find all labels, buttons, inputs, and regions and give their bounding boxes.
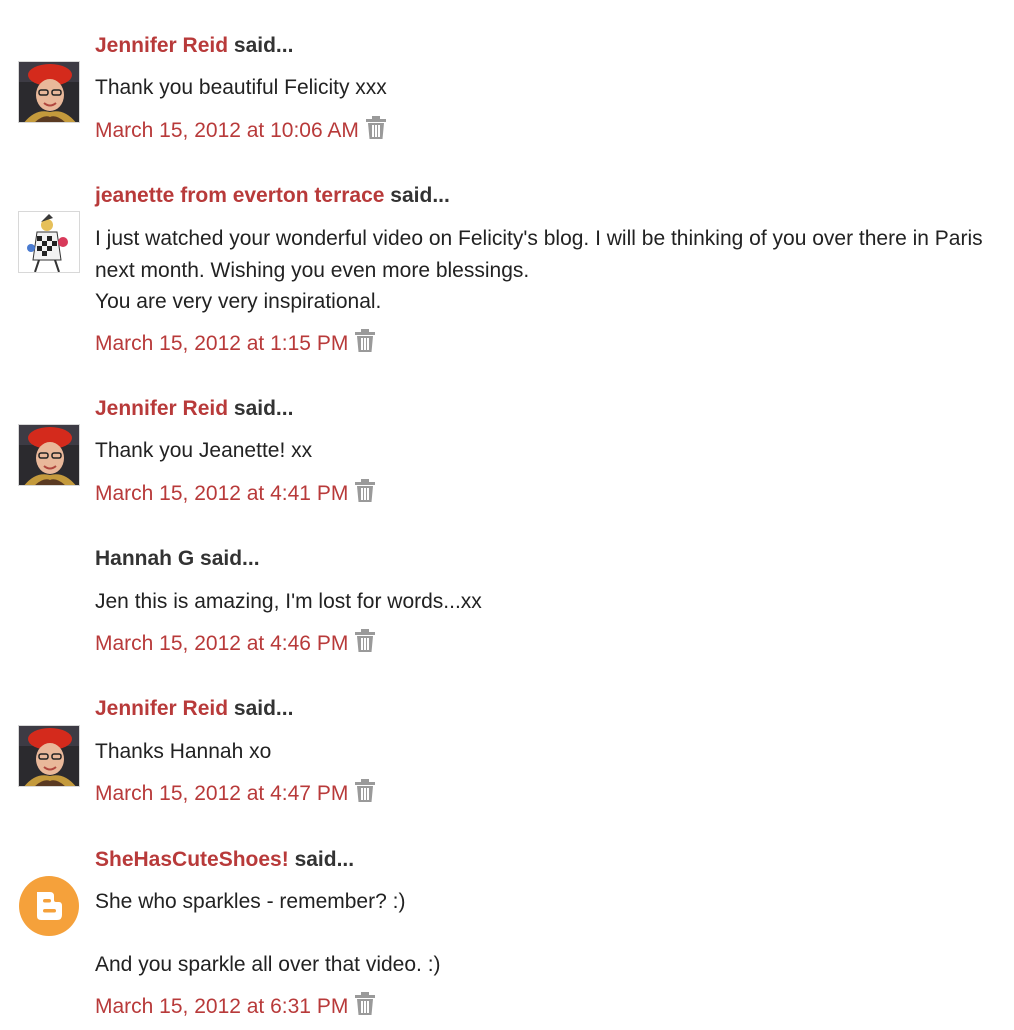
trash-icon[interactable] [354, 629, 376, 661]
comment-author: SheHasCuteShoes! said... [95, 847, 354, 873]
comment-author: Jennifer Reid said... [95, 33, 293, 59]
comment-text: Jen this is amazing, I'm lost for words.… [95, 590, 482, 613]
comment-meta: March 15, 2012 at 1:15 PM [95, 329, 376, 361]
comment-meta: March 15, 2012 at 4:46 PM [95, 629, 376, 661]
comment-timestamp[interactable]: March 15, 2012 at 4:46 PM [95, 632, 348, 655]
comment-author: Jennifer Reid said... [95, 696, 293, 722]
comment-timestamp[interactable]: March 15, 2012 at 6:31 PM [95, 995, 348, 1018]
comment-text: And you sparkle all over that video. :) [95, 953, 441, 976]
said-label: said... [233, 397, 294, 420]
comment-text [95, 918, 995, 950]
author-link[interactable]: Jennifer Reid [95, 697, 228, 720]
comment-text: Thanks Hannah xo [95, 740, 272, 763]
comment-body: Thanks Hannah xo [95, 736, 995, 768]
trash-icon[interactable] [354, 779, 376, 811]
comment-author: Hannah G said... [95, 546, 260, 572]
blogger-avatar[interactable] [18, 875, 80, 937]
comment-meta: March 15, 2012 at 10:06 AM [95, 116, 387, 148]
comment-body: I just watched your wonderful video on F… [95, 223, 995, 318]
comment-body: She who sparkles - remember? :) And you … [95, 886, 995, 981]
comment-text: You are very very inspirational. [95, 290, 382, 313]
said-label: said... [233, 34, 294, 57]
comment-body: Jen this is amazing, I'm lost for words.… [95, 586, 995, 618]
comment-text: Thank you beautiful Felicity xxx [95, 76, 387, 99]
comment-text: She who sparkles - remember? :) [95, 890, 406, 913]
trash-icon[interactable] [365, 116, 387, 148]
comment-meta: March 15, 2012 at 6:31 PM [95, 992, 376, 1024]
comment-author: jeanette from everton terrace said... [95, 183, 450, 209]
comment-text: Thank you Jeanette! xx [95, 439, 313, 462]
comment-timestamp[interactable]: March 15, 2012 at 4:41 PM [95, 482, 348, 505]
comment-body: Thank you beautiful Felicity xxx [95, 72, 995, 104]
comment-timestamp[interactable]: March 15, 2012 at 1:15 PM [95, 332, 348, 355]
author-name: Hannah G [95, 547, 195, 570]
author-link[interactable]: Jennifer Reid [95, 34, 228, 57]
avatar[interactable] [18, 424, 80, 486]
said-label: said... [200, 547, 260, 570]
comment-meta: March 15, 2012 at 4:47 PM [95, 779, 376, 811]
said-label: said... [390, 184, 450, 207]
comment-timestamp[interactable]: March 15, 2012 at 4:47 PM [95, 782, 348, 805]
comment-body: Thank you Jeanette! xx [95, 435, 995, 467]
comment-text: I just watched your wonderful video on F… [95, 227, 983, 282]
avatar[interactable] [18, 61, 80, 123]
trash-icon[interactable] [354, 329, 376, 361]
said-label: said... [294, 848, 355, 871]
author-link[interactable]: jeanette from everton terrace [95, 184, 384, 207]
comment-meta: March 15, 2012 at 4:41 PM [95, 479, 376, 511]
avatar[interactable] [18, 211, 80, 273]
comment-timestamp[interactable]: March 15, 2012 at 10:06 AM [95, 119, 359, 142]
avatar[interactable] [18, 725, 80, 787]
blogger-icon [19, 876, 79, 936]
said-label: said... [233, 697, 294, 720]
trash-icon[interactable] [354, 479, 376, 511]
comment-author: Jennifer Reid said... [95, 396, 293, 422]
author-link[interactable]: Jennifer Reid [95, 397, 228, 420]
trash-icon[interactable] [354, 992, 376, 1024]
author-link[interactable]: SheHasCuteShoes! [95, 848, 289, 871]
